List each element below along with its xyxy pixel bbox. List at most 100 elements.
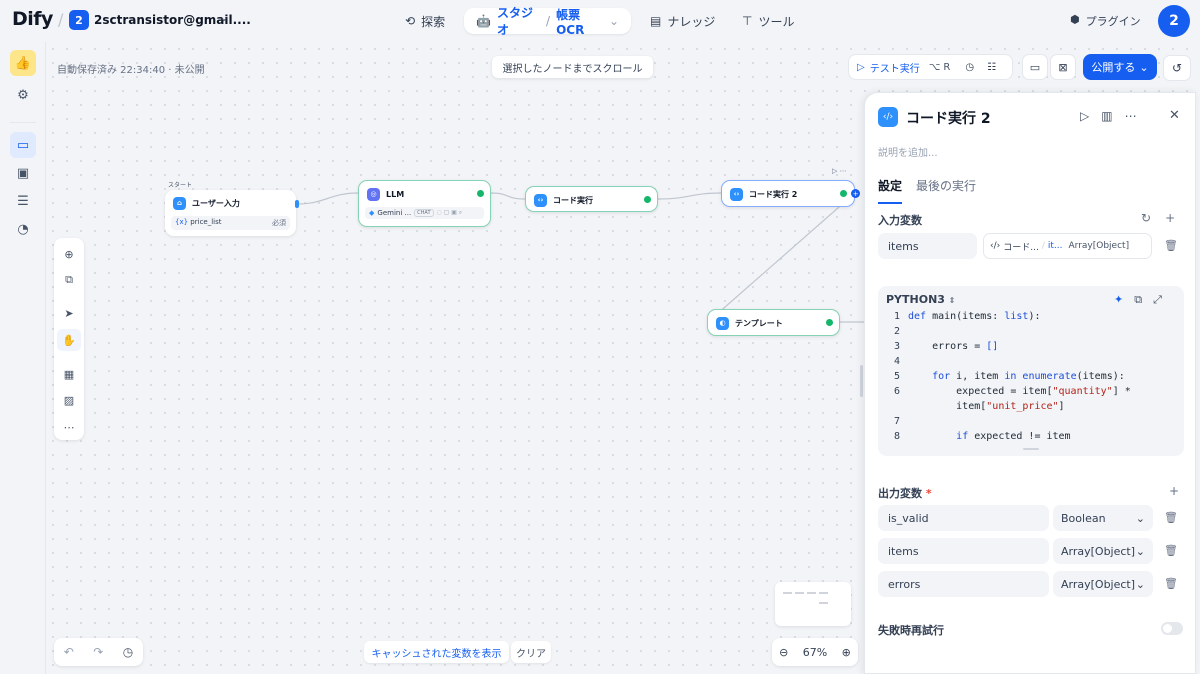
output-var-name[interactable]: is_valid <box>878 505 1049 531</box>
pointer-icon[interactable]: ➤ <box>57 302 81 324</box>
expand-icon[interactable]: ⤢ <box>1153 293 1162 307</box>
zoom-out-icon[interactable]: ⊖ <box>779 646 788 659</box>
add-next-node-icon[interactable]: + <box>851 189 860 198</box>
input-var-reference[interactable]: ‹/› コード... / it... Array[Object] <box>983 233 1152 259</box>
retry-title: 失敗時再試行 <box>878 624 944 637</box>
undo-icon[interactable]: ↶ <box>64 645 74 659</box>
version-history-icon[interactable]: ↺ <box>1163 55 1191 81</box>
plugins-button[interactable]: ⬢ プラグイン <box>1070 13 1141 29</box>
output-var-name[interactable]: items <box>878 538 1049 564</box>
ai-sparkle-icon[interactable]: ✦ <box>1114 293 1123 307</box>
code-lines[interactable]: 1 def main(items: list): 2 3 errors = [] 4 5 … <box>878 311 1184 446</box>
node-template[interactable]: ◐ テンプレート <box>707 309 840 336</box>
minimap[interactable] <box>775 582 851 626</box>
export-image-icon[interactable]: ▨ <box>57 389 81 411</box>
minimap-node <box>783 592 792 594</box>
nav-tools[interactable]: ⊤ ツール <box>742 8 794 34</box>
trash-icon[interactable]: 🗑 <box>1164 239 1178 252</box>
line-number <box>878 401 908 416</box>
panel-title[interactable]: コード実行 2 <box>906 108 991 128</box>
code-line[interactable]: 3 errors = [] <box>878 341 1184 356</box>
nav-knowledge[interactable]: ▤ ナレッジ <box>650 8 715 34</box>
clear-button[interactable]: クリア <box>511 641 551 663</box>
minimap-node <box>795 592 804 594</box>
node-llm[interactable]: ◎ LLM ◆ Gemini ... CHAT ◌ ▢ ▣ ⌕ <box>358 180 491 227</box>
panel-resize-handle[interactable] <box>860 365 863 397</box>
test-run-button[interactable]: ▷ テスト実行 ⌥ R ◷ ☷ <box>848 54 1013 80</box>
line-number: 6 <box>893 386 900 397</box>
input-var-name[interactable]: items <box>878 233 977 259</box>
nav-studio[interactable]: 🤖 スタジオ / 帳票OCR ⌄ <box>464 6 631 37</box>
app-icon[interactable]: 👍 <box>10 50 36 76</box>
code-line[interactable]: 4 <box>878 356 1184 371</box>
code-line[interactable]: 6 expected = item["quantity"] * <box>878 386 1184 401</box>
code-line[interactable]: 5 for i, item in enumerate(items): <box>878 371 1184 386</box>
book-open-icon[interactable]: ▥ <box>1101 109 1112 123</box>
scroll-to-node-button[interactable]: 選択したノードまでスクロール <box>492 56 653 78</box>
orchestrate-icon[interactable]: ▭ <box>10 132 36 158</box>
copy-icon[interactable]: ⧉ <box>1134 293 1142 307</box>
nav-explore[interactable]: ⟲ 探索 <box>405 8 445 34</box>
node-hover-actions[interactable]: ▷ ⋯ <box>832 167 847 175</box>
description-input[interactable]: 説明を追加... <box>878 144 938 159</box>
monitor-icon[interactable]: ◔ <box>10 216 36 242</box>
chevron-down-icon[interactable]: ⌄ <box>609 14 619 28</box>
node-start[interactable]: ⌂ ユーザー入力 {x} price_list 必須 <box>165 190 296 236</box>
publish-button[interactable]: 公開する ⌄ <box>1083 54 1157 80</box>
trash-icon[interactable]: 🗑 <box>1164 544 1178 557</box>
code-line[interactable]: 8 if expected != item <box>878 431 1184 446</box>
chevron-down-icon[interactable]: ⌄ <box>219 10 229 24</box>
output-var-type-select[interactable]: Array[Object] ⌄ <box>1053 571 1153 597</box>
trash-icon[interactable]: 🗑 <box>1164 511 1178 524</box>
zoom-level[interactable]: 67% <box>803 646 827 659</box>
code-line[interactable]: 1 def main(items: list): <box>878 311 1184 326</box>
tab-last-run[interactable]: 最後の実行 <box>916 177 976 204</box>
node-template-title: テンプレート <box>735 318 783 328</box>
output-var-name[interactable]: errors <box>878 571 1049 597</box>
node-code2[interactable]: ‹› コード実行 2 <box>721 180 855 207</box>
add-note-icon[interactable]: ⧉ <box>57 269 81 291</box>
history-icon[interactable]: ◷ <box>965 62 974 73</box>
redo-icon[interactable]: ↷ <box>93 645 103 659</box>
code-line[interactable]: 7 <box>878 416 1184 431</box>
settings-sliders-icon[interactable]: ⚙ <box>10 82 36 108</box>
code-line[interactable]: 2 <box>878 326 1184 341</box>
trash-icon[interactable]: 🗑 <box>1164 577 1178 590</box>
code-resize-handle[interactable] <box>1023 448 1039 450</box>
zoom-in-icon[interactable]: ⊕ <box>842 646 851 659</box>
code-language-select[interactable]: PYTHON3 ⇕ <box>886 293 956 306</box>
play-icon[interactable]: ▷ <box>1080 109 1089 123</box>
tool-palette: ⊕ ⧉ ➤ ✋ ▦ ▨ ⋯ <box>54 238 84 440</box>
code-line[interactable]: item["unit_price"] <box>878 401 1184 416</box>
logs-icon[interactable]: ☰ <box>10 188 36 214</box>
more-icon[interactable]: ⋯ <box>57 416 81 438</box>
history-icon[interactable]: ◷ <box>123 645 133 659</box>
env-vars-icon[interactable]: ▭ <box>1022 54 1048 80</box>
current-app-name[interactable]: 帳票OCR <box>556 6 603 37</box>
more-icon[interactable]: ⋯ <box>1125 109 1137 123</box>
dify-logo[interactable]: Dify <box>12 8 53 30</box>
start-output-handle[interactable] <box>295 200 299 208</box>
retry-toggle[interactable] <box>1161 622 1183 635</box>
refresh-icon[interactable]: ↻ <box>1141 211 1151 225</box>
tab-settings[interactable]: 設定 <box>878 177 903 204</box>
line-number: 5 <box>893 371 900 382</box>
organize-icon[interactable]: ▦ <box>57 363 81 385</box>
node-code1[interactable]: ‹› コード実行 <box>525 186 658 212</box>
output-var-type-select[interactable]: Array[Object] ⌄ <box>1053 538 1153 564</box>
output-var-type-select[interactable]: Boolean ⌄ <box>1053 505 1153 531</box>
plus-icon[interactable]: + <box>1169 484 1179 498</box>
plus-icon[interactable]: + <box>1165 211 1175 225</box>
checklist-icon[interactable]: ☷ <box>987 62 996 73</box>
input-vars-title: 入力変数 <box>878 214 922 227</box>
code-icon: ‹/› <box>878 107 898 127</box>
workspace-badge[interactable]: 2 <box>69 10 89 30</box>
conversation-vars-icon[interactable]: ⊠ <box>1050 54 1076 80</box>
user-avatar[interactable]: 2 <box>1158 5 1190 37</box>
code-editor[interactable]: PYTHON3 ⇕ ✦ ⧉ ⤢ 1 def main(items: list): 2… <box>878 286 1184 456</box>
add-node-icon[interactable]: ⊕ <box>57 243 81 265</box>
terminal-icon[interactable]: ▣ <box>10 160 36 186</box>
hand-icon[interactable]: ✋ <box>57 329 81 351</box>
close-icon[interactable]: ✕ <box>1169 108 1180 123</box>
show-cached-vars-button[interactable]: キャッシュされた変数を表示 <box>364 641 509 663</box>
